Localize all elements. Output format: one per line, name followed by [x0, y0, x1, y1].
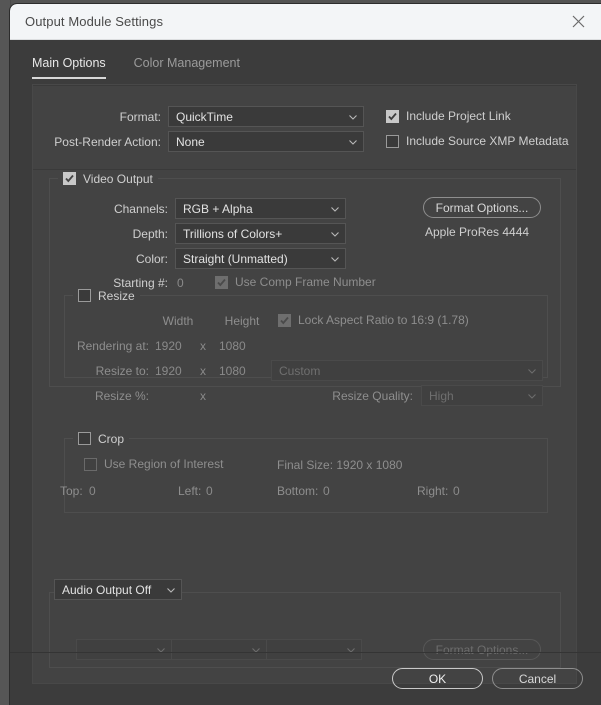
tab-bar: Main Options Color Management [32, 56, 240, 79]
resize-height-value: 1080 [219, 364, 246, 378]
ok-button[interactable]: OK [392, 668, 483, 689]
rendering-height-value: 1080 [219, 339, 246, 353]
audio-rate-select [76, 639, 172, 660]
crop-checkbox[interactable] [78, 432, 91, 445]
crop-top-value: 0 [89, 484, 96, 498]
resize-label: Resize [98, 288, 135, 303]
tab-color-management[interactable]: Color Management [134, 56, 240, 79]
include-xmp-row[interactable]: Include Source XMP Metadata [386, 134, 569, 148]
channels-label: Channels: [113, 202, 168, 216]
crop-label: Crop [98, 431, 125, 446]
video-output-legend[interactable]: Video Output [58, 171, 158, 186]
lock-aspect-ratio-row: Lock Aspect Ratio to 16:9 (1.78) [278, 313, 469, 327]
resize-height-header: Height [224, 314, 260, 328]
crop-bottom-value: 0 [323, 484, 330, 498]
cancel-button[interactable]: Cancel [492, 668, 583, 689]
starting-number-value[interactable]: 0 [177, 276, 184, 290]
crop-top-label: Top: [60, 484, 83, 498]
rendering-x-separator: x [200, 339, 206, 353]
include-project-link-label: Include Project Link [406, 109, 511, 123]
resize-width-header: Width [162, 314, 194, 328]
resize-x-separator: x [200, 364, 206, 378]
channels-select[interactable]: RGB + Alpha [175, 198, 346, 219]
panel-divider-top [33, 85, 576, 86]
crop-group: Crop Use Region of Interest Final Size: … [60, 431, 548, 513]
settings-panel: Format: QuickTime Include Project Link P… [32, 84, 577, 684]
dialog-title: Output Module Settings [25, 14, 164, 29]
crop-right-label: Right: [417, 484, 449, 498]
resize-group: Resize Width Height Lock Aspect Ratio to… [64, 288, 548, 406]
crop-right-value: 0 [453, 484, 460, 498]
close-icon[interactable] [556, 4, 601, 39]
use-comp-frame-number-checkbox [215, 275, 228, 289]
resize-legend[interactable]: Resize [73, 288, 140, 303]
tab-main-options[interactable]: Main Options [32, 56, 106, 79]
format-select[interactable]: QuickTime [168, 106, 364, 127]
dialog-titlebar: Output Module Settings [10, 4, 601, 40]
footer-divider [10, 652, 601, 653]
lock-aspect-ratio-label: Lock Aspect Ratio to 16:9 (1.78) [298, 313, 469, 327]
post-render-action-label: Post-Render Action: [54, 135, 161, 149]
resize-width-value: 1920 [155, 364, 182, 378]
resize-percent-label: Resize %: [94, 389, 149, 403]
resize-checkbox[interactable] [78, 289, 91, 302]
audio-output-legend: Audio Output Off [54, 579, 182, 600]
codec-text: Apple ProRes 4444 [425, 225, 530, 239]
video-output-group: Video Output Channels: RGB + Alpha Depth… [49, 171, 561, 513]
crop-left-label: Left: [178, 484, 202, 498]
use-region-of-interest-row: Use Region of Interest [84, 457, 223, 471]
final-size-text: Final Size: 1920 x 1080 [277, 458, 403, 472]
output-module-settings-dialog: Output Module Settings Main Options Colo… [10, 4, 601, 705]
video-format-options-button[interactable]: Format Options... [423, 197, 541, 218]
crop-left-value: 0 [206, 484, 213, 498]
depth-select[interactable]: Trillions of Colors+ [175, 223, 346, 244]
include-project-link-row[interactable]: Include Project Link [386, 109, 511, 123]
color-select[interactable]: Straight (Unmatted) [175, 248, 346, 269]
crop-bottom-label: Bottom: [277, 484, 319, 498]
resize-quality-select: High [421, 385, 543, 406]
use-region-of-interest-checkbox [84, 457, 97, 471]
use-comp-frame-number-row: Use Comp Frame Number [215, 275, 376, 289]
post-render-action-select[interactable]: None [168, 131, 364, 152]
include-project-link-checkbox[interactable] [386, 109, 399, 123]
audio-channels-select [266, 639, 362, 660]
audio-output-group: Audio Output Off Format Options... [49, 579, 561, 668]
include-xmp-checkbox[interactable] [386, 134, 399, 148]
use-region-of-interest-label: Use Region of Interest [104, 457, 224, 471]
include-xmp-label: Include Source XMP Metadata [406, 134, 569, 148]
audio-depth-select [171, 639, 267, 660]
lock-aspect-ratio-checkbox [278, 313, 291, 327]
crop-legend[interactable]: Crop [73, 431, 130, 446]
use-comp-frame-number-label: Use Comp Frame Number [235, 275, 376, 289]
dialog-body: Main Options Color Management Format: Qu… [10, 40, 601, 705]
color-label: Color: [135, 252, 168, 266]
post-render-action-value: None [176, 134, 205, 149]
audio-format-options-button: Format Options... [423, 639, 541, 660]
resize-preset-value: Custom [279, 363, 321, 378]
rendering-width-value: 1920 [155, 339, 182, 353]
video-output-label: Video Output [83, 171, 153, 186]
resize-quality-label: Resize Quality: [332, 389, 413, 403]
video-output-checkbox[interactable] [63, 172, 76, 185]
resize-percent-x-separator: x [200, 389, 206, 403]
color-select-value: Straight (Unmatted) [183, 251, 288, 266]
depth-select-value: Trillions of Colors+ [183, 226, 283, 241]
resize-preset-select: Custom [271, 360, 543, 381]
audio-output-select[interactable]: Audio Output Off [54, 579, 182, 600]
panel-divider-mid [33, 169, 576, 170]
channels-select-value: RGB + Alpha [183, 201, 253, 216]
format-label: Format: [119, 110, 161, 124]
resize-to-label: Resize to: [95, 364, 149, 378]
format-rows: Format: QuickTime Include Project Link P… [33, 106, 576, 160]
rendering-at-label: Rendering at: [76, 339, 149, 353]
depth-label: Depth: [132, 227, 168, 241]
audio-output-value: Audio Output Off [62, 582, 152, 597]
format-select-value: QuickTime [176, 109, 233, 124]
resize-quality-value: High [429, 388, 454, 403]
